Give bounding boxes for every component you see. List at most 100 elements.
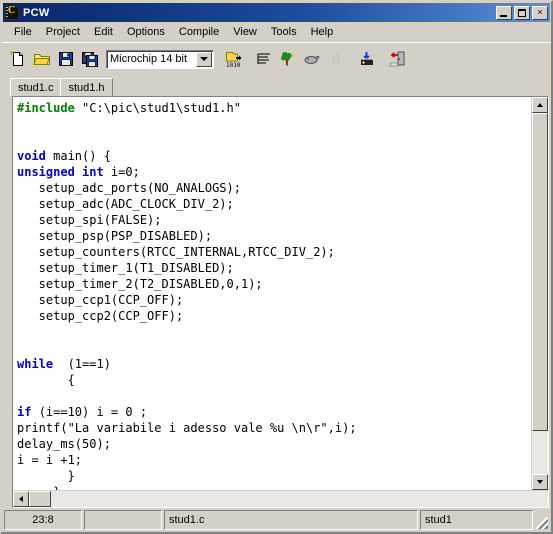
code-text: setup_adc(ADC_CLOCK_DIV_2); [17,197,234,211]
code-text: printf("La variabile i adesso vale %u \n… [17,421,357,435]
code-text: (1==1) [60,357,111,371]
code-text: setup_timer_2(T2_DISABLED,0,1); [17,277,263,291]
vertical-scroll-track[interactable] [532,113,548,474]
code-text: setup_adc_ports(NO_ANALOGS); [17,181,241,195]
c-chip-icon [5,5,19,20]
device-select[interactable]: Microchip 14 bit [106,49,214,69]
vertical-scrollbar[interactable] [531,97,548,490]
statistics-chart-icon[interactable] [324,47,348,71]
open-folder-icon[interactable] [30,47,54,71]
vertical-scroll-thumb[interactable] [532,113,548,431]
window-controls: × [496,5,548,20]
code-text: } [17,469,75,483]
code-editor[interactable]: #include "C:\pic\stud1\stud1.h" void mai… [13,97,531,490]
code-text: setup_ccp2(CCP_OFF); [17,309,184,323]
horizontal-scroll-thumb[interactable] [29,491,51,507]
tab-stud1-c[interactable]: stud1.c [10,78,62,96]
code-keyword: if [17,405,39,419]
menu-item-edit[interactable]: Edit [87,24,120,40]
code-text: setup_counters(RTCC_INTERNAL,RTCC_DIV_2)… [17,245,335,259]
horizontal-scrollbar[interactable] [13,490,548,507]
code-text: setup_timer_1(T1_DISABLED); [17,261,234,275]
code-text: i=0; [110,165,140,179]
code-text: delay_ms(50); [17,437,111,451]
code-line: setup_ccp1(CCP_OFF); [17,292,531,308]
status-filename: stud1.c [164,510,418,530]
scroll-down-button[interactable] [532,474,548,490]
code-line: setup_counters(RTCC_INTERNAL,RTCC_DIV_2)… [17,244,531,260]
menu-item-compile[interactable]: Compile [172,24,226,40]
save-all-icon[interactable] [78,47,102,71]
code-line: delay_ms(50); [17,436,531,452]
svg-text:1010: 1010 [226,62,241,68]
code-keyword: void [17,149,54,163]
code-line: { [17,372,531,388]
menu-item-options[interactable]: Options [120,24,172,40]
menu-item-help[interactable]: Help [304,24,341,40]
title-bar[interactable]: PCW × [3,3,550,22]
device-select-value: Microchip 14 bit [110,53,188,65]
program-chip-icon[interactable] [355,47,379,71]
document-area: stud1.c stud1.h #include "C:\pic\stud1\s… [4,76,549,508]
code-text: setup_psp(PSP_DISABLED); [17,229,213,243]
code-text: { [17,373,75,387]
code-keyword: while [17,357,61,371]
code-keyword: unsigned int [17,165,111,179]
code-line: printf("La variabile i adesso vale %u \n… [17,420,531,436]
code-line: } [17,468,531,484]
code-text: "C:\pic\stud1\stud1.h" [82,101,241,115]
code-line: setup_adc_ports(NO_ANALOGS); [17,180,531,196]
code-line: while (1==1) [17,356,531,372]
resize-grip[interactable] [535,510,549,530]
code-text: i = i +1; [17,453,83,467]
menu-item-view[interactable]: View [226,24,264,40]
maximize-button[interactable] [514,5,530,20]
scroll-up-button[interactable] [532,97,548,113]
editor-tabstrip: stud1.c stud1.h [4,76,549,96]
scroll-left-button[interactable] [13,491,29,507]
toolbar: Microchip 14 bit 1010 [2,42,551,75]
status-mode [84,510,162,530]
code-text: setup_ccp1(CCP_OFF); [17,293,184,307]
debug-icon[interactable] [300,47,324,71]
list-file-icon[interactable] [252,47,276,71]
save-icon[interactable] [54,47,78,71]
status-project: stud1 [420,510,533,530]
code-line: setup_psp(PSP_DISABLED); [17,228,531,244]
code-line: setup_timer_1(T1_DISABLED); [17,260,531,276]
project-tree-icon[interactable] [276,47,300,71]
code-text: setup_spi(FALSE); [17,213,162,227]
exit-door-icon[interactable] [386,47,410,71]
chevron-down-icon[interactable] [196,51,212,67]
code-line: setup_timer_2(T2_DISABLED,0,1); [17,276,531,292]
menu-bar: File Project Edit Options Compile View T… [2,22,551,42]
window-title: PCW [23,6,50,19]
code-line: setup_adc(ADC_CLOCK_DIV_2); [17,196,531,212]
code-text: main() { [53,149,111,163]
menu-item-tools[interactable]: Tools [264,24,304,40]
code-line: void main() { [17,148,531,164]
code-line: unsigned int i=0; [17,164,531,180]
code-line: setup_ccp2(CCP_OFF); [17,308,531,324]
code-preprocessor: #include [17,101,83,115]
code-line: i = i +1; [17,452,531,468]
menu-item-file[interactable]: File [7,24,39,40]
editor-frame: #include "C:\pic\stud1\stud1.h" void mai… [12,96,549,508]
menu-item-project[interactable]: Project [39,24,87,40]
pcw-main-window: PCW × File Project Edit Options Compile … [0,0,553,534]
code-text: (i==10) i = 0 ; [38,405,148,419]
horizontal-scroll-track[interactable] [51,491,548,507]
close-button[interactable]: × [532,5,548,20]
status-cursor-position: 23:8 [4,510,82,530]
new-file-icon[interactable] [6,47,30,71]
minimize-button[interactable] [496,5,512,20]
code-line: setup_spi(FALSE); [17,212,531,228]
compile-binary-icon[interactable]: 1010 [221,47,245,71]
code-line: #include "C:\pic\stud1\stud1.h" [17,100,531,116]
tab-stud1-h[interactable]: stud1.h [60,78,113,96]
